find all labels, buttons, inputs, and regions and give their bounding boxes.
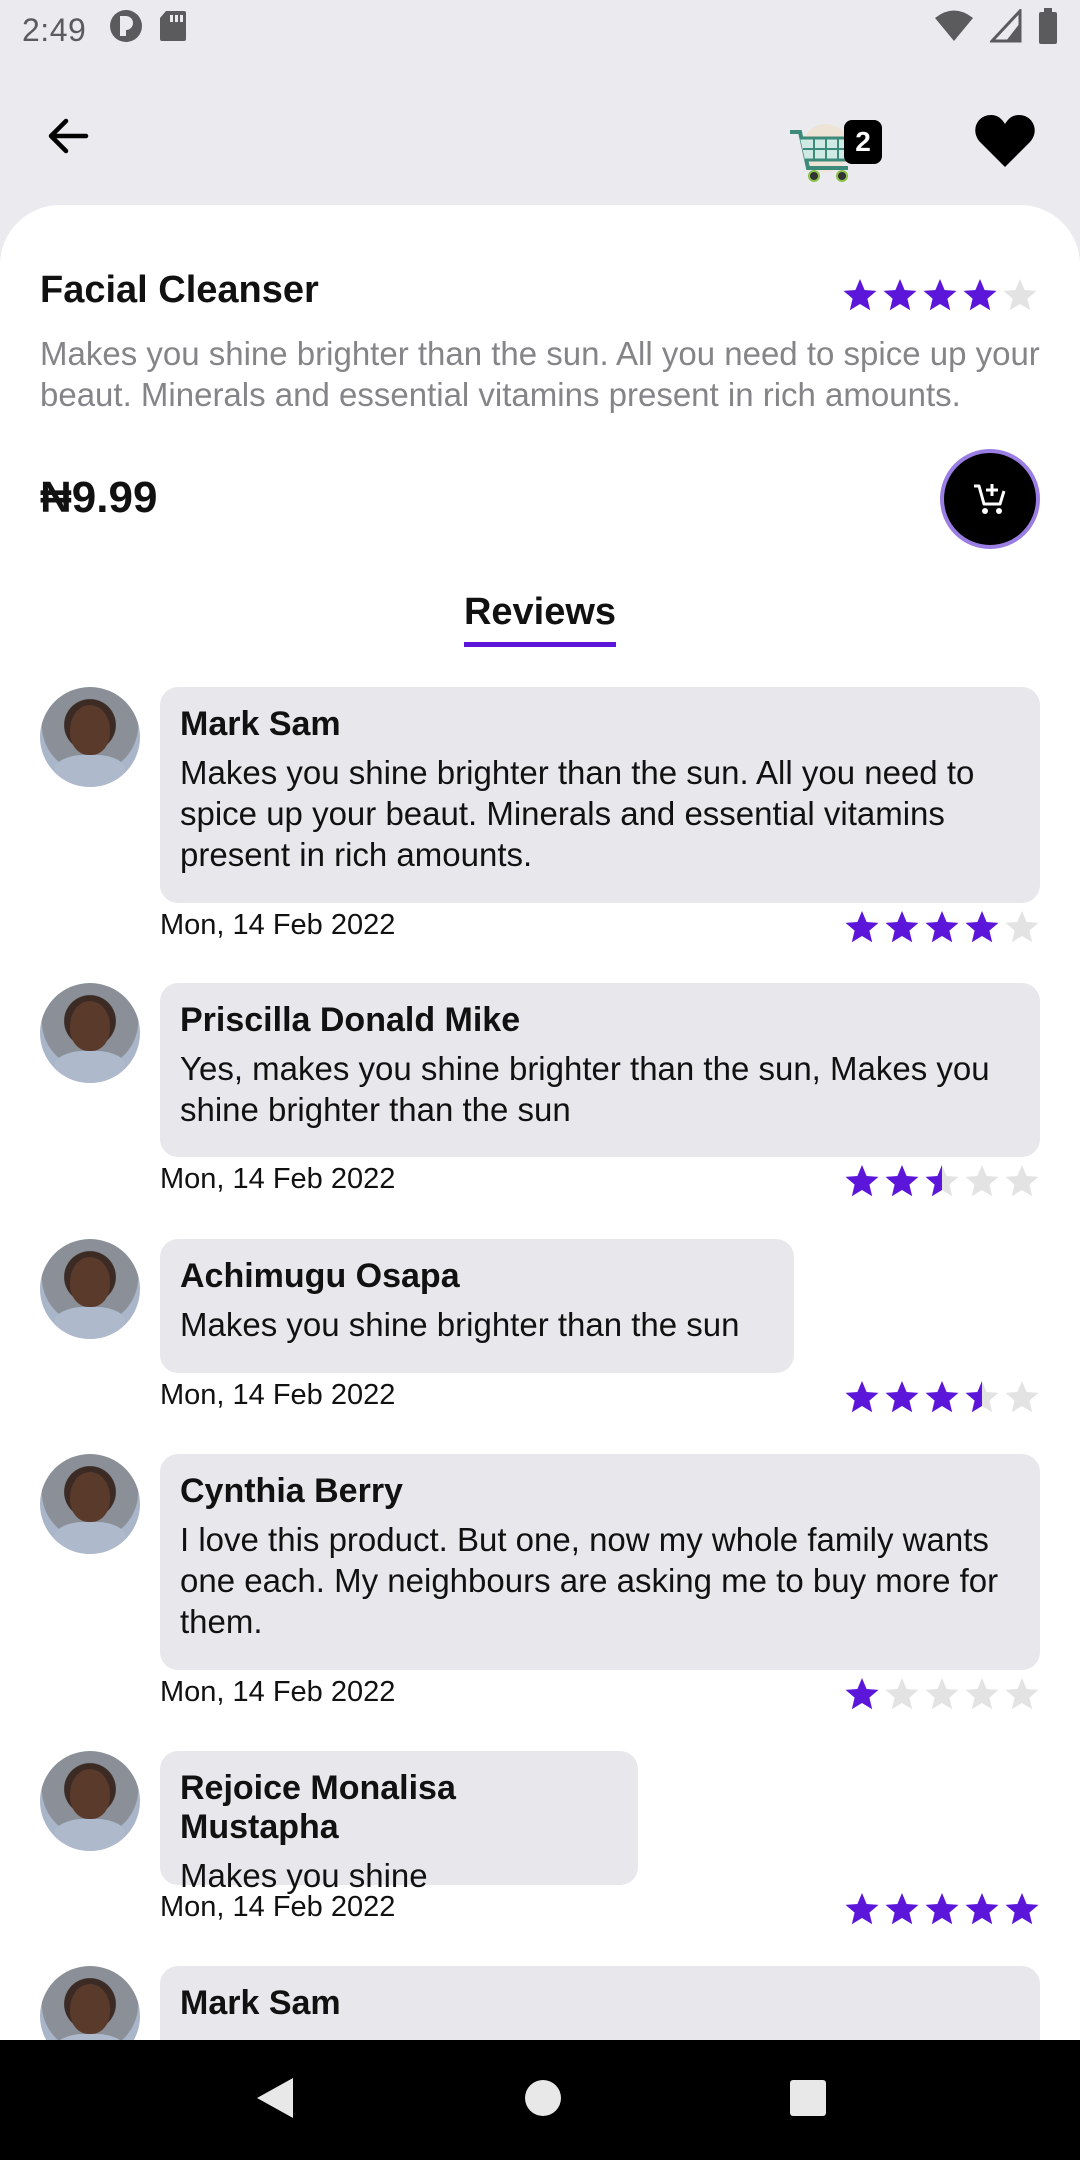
review-date: Mon, 14 Feb 2022	[160, 909, 396, 941]
star-icon	[844, 1379, 880, 1415]
status-time: 2:49	[22, 11, 87, 48]
heart-icon	[975, 115, 1035, 167]
reviewer-name: Mark Sam	[180, 705, 341, 743]
review-bubble: Mark Sam	[160, 1966, 1040, 2040]
sd-card-icon	[158, 9, 188, 51]
status-bar: 2:49	[0, 0, 1080, 60]
star-icon	[1004, 1891, 1040, 1927]
avatar	[40, 687, 140, 787]
review-bubble: Rejoice Monalisa Mustapha Makes you shin…	[160, 1751, 638, 1894]
star-icon	[884, 1379, 920, 1415]
star-icon	[964, 1163, 1000, 1199]
star-icon	[1002, 277, 1038, 313]
signal-icon	[988, 7, 1022, 51]
star-icon	[964, 909, 1000, 945]
back-button[interactable]	[38, 106, 98, 166]
reviewer-name: Rejoice Monalisa Mustapha	[180, 1769, 456, 1846]
star-icon	[844, 1891, 880, 1927]
avatar	[40, 1966, 140, 2040]
review-rating	[844, 909, 1040, 945]
review-bubble: Mark Sam Makes you shine brighter than t…	[160, 687, 1040, 903]
review-rating	[844, 1379, 1040, 1415]
star-icon	[884, 1891, 920, 1927]
avatar	[40, 1239, 140, 1339]
star-icon	[924, 1676, 960, 1712]
nav-home-button[interactable]	[523, 2078, 563, 2123]
star-icon	[882, 277, 918, 313]
star-icon	[922, 277, 958, 313]
star-icon	[844, 1676, 880, 1712]
review-item: Priscilla Donald Mike Yes, makes you shi…	[40, 983, 1040, 1197]
review-item: Achimugu Osapa Makes you shine brighter …	[40, 1239, 1040, 1413]
product-title: Facial Cleanser	[40, 269, 319, 311]
star-icon	[842, 277, 878, 313]
review-text: Makes you shine	[180, 1857, 428, 1894]
avatar	[40, 983, 140, 1083]
avatar	[40, 1751, 140, 1851]
review-rating	[844, 1163, 1040, 1199]
star-icon	[884, 909, 920, 945]
avatar	[40, 1454, 140, 1554]
star-icon	[924, 1163, 960, 1199]
cart-button[interactable]: 2	[786, 104, 886, 194]
review-text: Yes, makes you shine brighter than the s…	[180, 1050, 990, 1128]
review-text: Makes you shine brighter than the sun. A…	[180, 754, 975, 873]
star-icon	[1004, 1163, 1040, 1199]
review-date: Mon, 14 Feb 2022	[160, 1379, 396, 1411]
reviewer-name: Priscilla Donald Mike	[180, 1001, 521, 1039]
review-item: Mark Sam	[40, 1966, 1040, 2040]
review-item: Mark Sam Makes you shine brighter than t…	[40, 687, 1040, 943]
review-rating	[844, 1891, 1040, 1927]
nav-back-button[interactable]	[253, 2075, 297, 2126]
review-item: Rejoice Monalisa Mustapha Makes you shin…	[40, 1751, 1040, 1925]
star-icon	[1004, 909, 1040, 945]
star-icon	[844, 1163, 880, 1199]
star-icon	[884, 1163, 920, 1199]
nav-home-icon	[525, 2079, 561, 2116]
star-icon	[1004, 1379, 1040, 1415]
reviewer-name: Achimugu Osapa	[180, 1257, 460, 1295]
nav-back-icon	[257, 2077, 293, 2118]
review-date: Mon, 14 Feb 2022	[160, 1891, 396, 1923]
star-icon	[924, 909, 960, 945]
star-icon	[844, 909, 880, 945]
arrow-back-icon	[48, 118, 89, 154]
battery-icon	[1038, 8, 1058, 52]
review-bubble: Cynthia Berry I love this product. But o…	[160, 1454, 1040, 1670]
review-bubble: Priscilla Donald Mike Yes, makes you shi…	[160, 983, 1040, 1157]
product-sheet: Facial Cleanser Makes you shine brighter…	[0, 205, 1080, 2040]
reviewer-name: Mark Sam	[180, 1984, 341, 2022]
star-icon	[1004, 1676, 1040, 1712]
product-description: Makes you shine brighter than the sun. A…	[40, 335, 1040, 413]
review-date: Mon, 14 Feb 2022	[160, 1676, 396, 1708]
star-icon	[964, 1676, 1000, 1712]
tab-reviews[interactable]: Reviews	[0, 591, 1080, 647]
notification-icon	[108, 8, 144, 52]
star-icon	[964, 1379, 1000, 1415]
review-item: Cynthia Berry I love this product. But o…	[40, 1454, 1040, 1710]
review-text: Makes you shine brighter than the sun	[180, 1306, 740, 1343]
product-price: ₦9.99	[40, 473, 158, 522]
reviewer-name: Cynthia Berry	[180, 1472, 403, 1510]
review-date: Mon, 14 Feb 2022	[160, 1163, 396, 1195]
star-icon	[924, 1891, 960, 1927]
system-navigation-bar	[0, 2040, 1080, 2160]
review-rating	[844, 1676, 1040, 1712]
top-app-bar: 2	[0, 60, 1080, 210]
add-to-cart-button[interactable]	[940, 449, 1040, 549]
nav-recents-icon	[790, 2079, 826, 2116]
star-icon	[962, 277, 998, 313]
product-rating	[842, 277, 1038, 313]
cart-count-badge: 2	[844, 120, 882, 164]
add-shopping-cart-icon	[974, 484, 1006, 514]
star-icon	[884, 1676, 920, 1712]
favorite-button[interactable]	[970, 106, 1040, 176]
wifi-icon	[934, 9, 974, 51]
review-bubble: Achimugu Osapa Makes you shine brighter …	[160, 1239, 794, 1373]
tab-reviews-label: Reviews	[463, 591, 617, 647]
star-icon	[924, 1379, 960, 1415]
review-text: I love this product. But one, now my who…	[180, 1521, 999, 1640]
star-icon	[964, 1891, 1000, 1927]
nav-recents-button[interactable]	[789, 2079, 827, 2122]
